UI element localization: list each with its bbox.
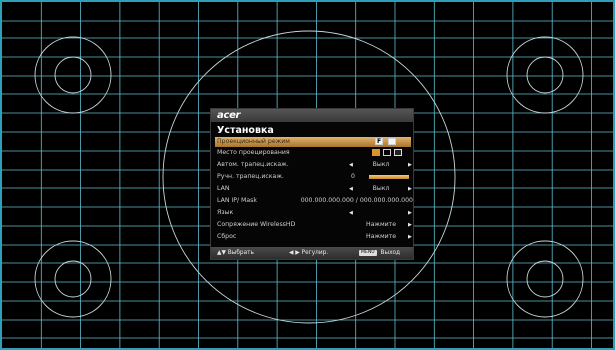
right-arrow-icon[interactable]: ▶ — [408, 184, 412, 194]
left-arrow-icon[interactable]: ◀ — [349, 160, 353, 170]
corner-circle-inner-top-right — [526, 56, 564, 94]
footer-exit: MENU Выход — [359, 247, 400, 259]
osd-header: acer — [211, 109, 413, 122]
menu-item-projection-mode[interactable]: Проекционный режим F — [215, 137, 411, 147]
footer-exit-label: Выход — [380, 250, 401, 256]
acer-logo: acer — [217, 110, 241, 121]
menu-key-icon: MENU — [359, 249, 377, 256]
right-arrow-icon[interactable]: ▶ — [408, 160, 412, 170]
menu-item-value: 0 — [351, 173, 355, 180]
menu-item-label: Автом. трапец.искаж. — [217, 161, 289, 168]
desk-front-icon[interactable] — [383, 149, 391, 156]
menu-item-label: Язык — [217, 209, 234, 216]
up-down-arrow-icon: ▲▼ — [217, 250, 226, 256]
footer-adjust: ◀ ▶ Регулир. — [289, 247, 328, 259]
menu-item-wirelesshd-pairing[interactable]: Сопряжение WirelessHD Нажмите ▶ — [215, 220, 412, 230]
osd-footer: ▲▼ Выбрать ◀ ▶ Регулир. MENU Выход — [211, 247, 413, 259]
menu-item-label: Сброс — [217, 233, 237, 240]
footer-select-label: Выбрать — [227, 250, 254, 256]
menu-item-language[interactable]: Язык ◀ ▶ — [215, 208, 412, 218]
menu-item-value: Нажмите — [365, 221, 397, 228]
menu-item-auto-keystone[interactable]: Автом. трапец.искаж. ◀ Выкл ▶ — [215, 160, 412, 170]
menu-item-value: Нажмите — [365, 233, 397, 240]
menu-item-label: Проекционный режим — [217, 138, 290, 145]
projector-screen: acer Установка Проекционный режим F Мест… — [0, 0, 615, 350]
footer-adjust-label: Регулир. — [301, 250, 329, 256]
osd-menu: acer Установка Проекционный режим F Мест… — [210, 108, 414, 260]
left-arrow-icon[interactable]: ◀ — [349, 208, 353, 218]
menu-item-value: Выкл — [372, 161, 390, 168]
corner-circle-top-right — [506, 36, 584, 114]
menu-item-label: Место проецирования — [217, 149, 290, 156]
menu-item-label: Сопряжение WirelessHD — [217, 221, 296, 228]
keystone-slider[interactable] — [369, 175, 409, 179]
left-right-arrow-icon: ◀ ▶ — [289, 250, 300, 256]
menu-item-label: LAN IP/ Mask — [217, 197, 257, 204]
menu-title: Установка — [217, 125, 274, 136]
menu-item-value: 000.000.000.000 / 000.000.000.000 — [300, 197, 413, 204]
menu-item-lan[interactable]: LAN ◀ Выкл ▶ — [215, 184, 412, 194]
menu-item-lan-ip-mask[interactable]: LAN IP/ Mask 000.000.000.000 / 000.000.0… — [215, 196, 413, 206]
right-arrow-icon[interactable]: ▶ — [408, 208, 412, 218]
corner-circle-bottom-right — [506, 240, 584, 318]
right-arrow-icon[interactable]: ▶ — [408, 220, 412, 230]
menu-item-label: LAN — [217, 185, 230, 192]
corner-circle-top-left — [34, 36, 112, 114]
corner-circle-bottom-left — [34, 240, 112, 318]
menu-item-value: Выкл — [372, 185, 390, 192]
menu-item-manual-keystone[interactable]: Ручн. трапец.искаж. 0 — [215, 172, 411, 182]
corner-circle-inner-bottom-right — [526, 260, 564, 298]
footer-select: ▲▼ Выбрать — [217, 247, 254, 259]
rear-projection-icon[interactable] — [388, 138, 396, 145]
left-arrow-icon[interactable]: ◀ — [349, 184, 353, 194]
front-projection-icon[interactable]: F — [375, 138, 383, 145]
menu-item-reset[interactable]: Сброс Нажмите ▶ — [215, 232, 412, 242]
menu-item-label: Ручн. трапец.искаж. — [217, 173, 284, 180]
corner-circle-inner-bottom-left — [54, 260, 92, 298]
corner-circle-inner-top-left — [54, 56, 92, 94]
menu-item-projection-location[interactable]: Место проецирования — [215, 148, 411, 158]
ceiling-mount-icon[interactable] — [394, 149, 402, 156]
auto-location-icon[interactable] — [372, 149, 380, 156]
right-arrow-icon[interactable]: ▶ — [408, 232, 412, 242]
